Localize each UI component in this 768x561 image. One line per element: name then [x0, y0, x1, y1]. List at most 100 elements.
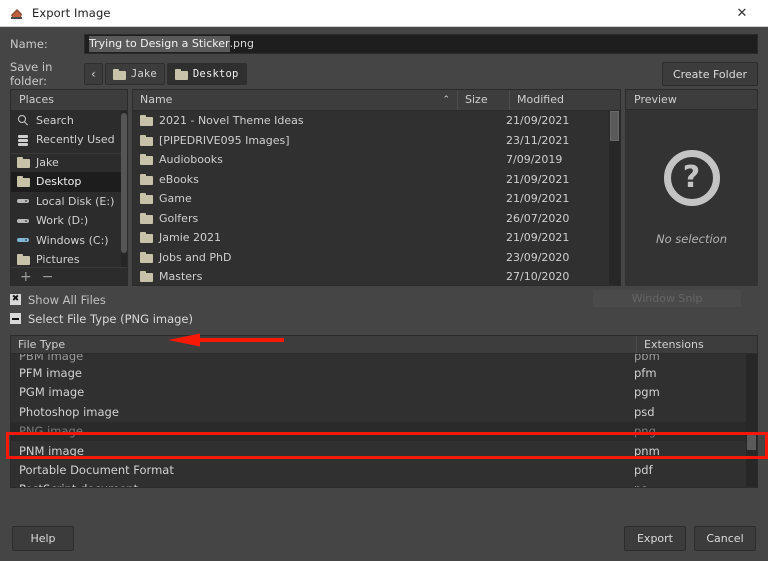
table-row[interactable]: [PIPEDRIVE095 Images] 23/11/2021 [133, 130, 609, 150]
list-item[interactable]: Photoshop image psd [11, 402, 746, 421]
question-mark-icon: ? [664, 150, 720, 206]
file-modified-cell: 21/09/2021 [499, 231, 609, 244]
sidebar-item-local-disk-e[interactable]: Local Disk (E:) [11, 192, 127, 212]
file-type-ext: png [626, 424, 746, 438]
breadcrumb-item-desktop[interactable]: Desktop [167, 63, 247, 85]
browser-panes: Places Search Recently Used Jake Desktop [0, 89, 768, 286]
file-name-text: [PIPEDRIVE095 Images] [159, 134, 290, 147]
column-header-name[interactable]: Name ⌃ [133, 90, 458, 110]
list-item[interactable]: PNM image pnm [11, 441, 746, 460]
dialog-footer: Help Export Cancel [0, 516, 768, 561]
table-row[interactable]: 2021 - Novel Theme Ideas 21/09/2021 [133, 111, 609, 131]
file-type-ext: pfm [626, 366, 746, 380]
file-type-ext: pbm [626, 354, 746, 363]
file-name-text: Game [159, 192, 192, 205]
select-file-type-label: Select File Type (PNG image) [28, 312, 193, 326]
expander-collapse-icon[interactable] [10, 313, 21, 324]
create-folder-button[interactable]: Create Folder [662, 62, 758, 86]
file-type-scrollbar-thumb[interactable] [747, 432, 756, 450]
list-item[interactable]: PostScript document ps [11, 480, 746, 487]
folder-icon [140, 252, 153, 263]
file-modified-cell: 23/09/2020 [499, 251, 609, 264]
file-type-name: PFM image [11, 366, 626, 380]
file-type-scrollbar[interactable] [746, 354, 757, 487]
breadcrumb-back-button[interactable]: ‹ [84, 63, 103, 85]
table-row[interactable]: Audiobooks 7/09/2019 [133, 150, 609, 170]
file-list-scrollbar[interactable] [609, 111, 620, 285]
window-snip-button[interactable]: Window Snip [593, 290, 741, 307]
file-type-body: PBM image pbm PFM image pfm PGM image pg… [11, 354, 757, 487]
file-type-ext: pnm [626, 444, 746, 458]
file-modified-cell: 27/10/2020 [499, 270, 609, 283]
folder-icon [140, 174, 153, 185]
sidebar-item-search[interactable]: Search [11, 111, 127, 131]
table-row[interactable]: Masters 27/10/2020 [133, 267, 609, 285]
file-name-text: Jobs and PhD [159, 251, 231, 264]
file-name-cell: Masters [133, 270, 447, 283]
options-section: ✖ Show All Files Select File Type (PNG i… [0, 286, 768, 328]
sidebar-item-work-d[interactable]: Work (D:) [11, 211, 127, 231]
help-button[interactable]: Help [12, 526, 74, 551]
sidebar-item-windows-c[interactable]: Windows (C:) [11, 231, 127, 251]
close-icon[interactable]: ✕ [720, 0, 764, 26]
breadcrumb-item-label: Desktop [193, 68, 239, 80]
file-type-name: PostScript document [11, 482, 626, 487]
sidebar-item-jake[interactable]: Jake [11, 153, 127, 173]
column-header-size[interactable]: Size [458, 90, 510, 110]
name-label: Name: [10, 37, 84, 51]
file-name-cell: Jobs and PhD [133, 251, 447, 264]
select-file-type-row[interactable]: Select File Type (PNG image) [10, 309, 758, 328]
table-row[interactable]: Game 21/09/2021 [133, 189, 609, 209]
list-item[interactable]: PBM image pbm [11, 354, 746, 363]
file-type-ext: pgm [626, 385, 746, 399]
sidebar-item-pictures[interactable]: Pictures [11, 250, 127, 267]
title-bar: Export Image ✕ [0, 0, 768, 27]
checkbox-checked-icon[interactable]: ✖ [10, 294, 21, 305]
folder-icon [17, 176, 30, 187]
column-header-extensions[interactable]: Extensions [637, 336, 757, 353]
file-type-name: PGM image [11, 385, 626, 399]
places-list[interactable]: Search Recently Used Jake Desktop Local … [11, 111, 127, 268]
sidebar-item-label: Jake [36, 156, 59, 169]
file-type-name: Photoshop image [11, 405, 626, 419]
places-scrollbar[interactable] [121, 111, 127, 268]
breadcrumb-item-label: Jake [131, 68, 157, 80]
sidebar-item-label: Search [36, 114, 74, 127]
sidebar-item-recently-used[interactable]: Recently Used [11, 130, 127, 150]
file-list-scrollbar-thumb[interactable] [610, 111, 619, 141]
table-row[interactable]: eBooks 21/09/2021 [133, 169, 609, 189]
disk-icon [17, 234, 30, 246]
cancel-button[interactable]: Cancel [694, 526, 756, 551]
sidebar-item-desktop[interactable]: Desktop [11, 172, 127, 192]
filename-input[interactable]: Trying to Design a Sticker.png [84, 34, 758, 54]
export-button[interactable]: Export [624, 526, 686, 551]
preview-empty-text: No selection [656, 232, 727, 246]
column-header-file-type[interactable]: File Type [11, 336, 637, 353]
file-list-rows: 2021 - Novel Theme Ideas 21/09/2021 [PIP… [133, 111, 609, 285]
file-name-text: Golfers [159, 212, 198, 225]
filename-extension-text: .png [230, 36, 254, 52]
remove-place-button[interactable]: − [42, 269, 54, 285]
folder-icon [113, 69, 126, 80]
file-name-text: Jamie 2021 [159, 231, 221, 244]
places-scrollbar-thumb[interactable] [121, 113, 127, 253]
file-name-cell: Game [133, 192, 447, 205]
filename-selected-text: Trying to Design a Sticker [89, 36, 230, 52]
breadcrumb-item-jake[interactable]: Jake [105, 63, 165, 85]
folder-icon [175, 69, 188, 80]
list-item[interactable]: Portable Document Format pdf [11, 460, 746, 479]
folder-icon [140, 154, 153, 165]
gimp-export-icon [9, 5, 25, 21]
list-item-png-selected[interactable]: PNG image png [11, 422, 746, 441]
list-item[interactable]: PFM image pfm [11, 363, 746, 382]
list-item[interactable]: PGM image pgm [11, 383, 746, 402]
places-footer: + − [11, 267, 127, 285]
column-header-modified[interactable]: Modified [510, 90, 620, 110]
add-place-button[interactable]: + [20, 269, 32, 285]
table-row[interactable]: Golfers 26/07/2020 [133, 208, 609, 228]
table-row[interactable]: Jobs and PhD 23/09/2020 [133, 247, 609, 267]
table-row[interactable]: Jamie 2021 21/09/2021 [133, 228, 609, 248]
file-name-cell: Golfers [133, 212, 447, 225]
preview-body: ? No selection [625, 110, 758, 286]
file-modified-cell: 7/09/2019 [499, 153, 609, 166]
